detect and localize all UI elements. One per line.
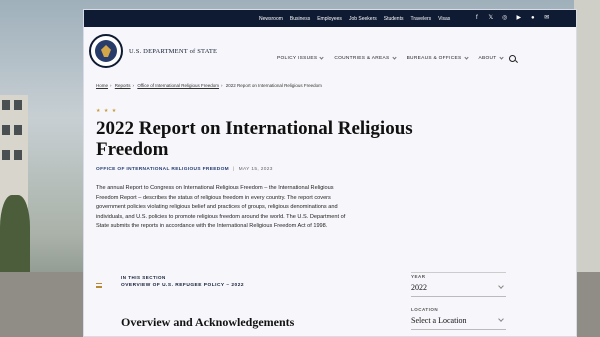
utility-bar: Newsroom Business Employees Job Seekers … [84, 10, 576, 27]
publish-date: MAY 15, 2023 [238, 167, 273, 172]
site-brand[interactable]: U.S. DEPARTMENT of STATE [129, 48, 217, 55]
section-current: OVERVIEW OF U.S. REFUGEE POLICY – 2022 [121, 283, 245, 288]
breadcrumb-reports[interactable]: Reports [115, 83, 131, 88]
facebook-icon[interactable]: f [473, 15, 480, 22]
topbar-link-students[interactable]: Students [384, 16, 404, 22]
chevron-down-icon [498, 316, 504, 322]
state-department-seal-logo[interactable] [89, 34, 123, 68]
instagram-icon[interactable]: ◎ [501, 15, 508, 22]
background-tree [0, 195, 30, 275]
topbar-link-travelers[interactable]: Travelers [410, 16, 431, 22]
background-window [2, 125, 10, 135]
chevron-down-icon [319, 55, 324, 60]
chevron-down-icon [391, 55, 397, 60]
location-select[interactable]: Select a Location [411, 316, 506, 330]
browser-page: Newsroom Business Employees Job Seekers … [83, 9, 577, 337]
breadcrumb-office[interactable]: Office of International Religious Freedo… [137, 83, 219, 88]
location-value: Select a Location [411, 316, 467, 325]
article-meta: OFFICE OF INTERNATIONAL RELIGIOUS FREEDO… [96, 167, 273, 172]
topbar-link-newsroom[interactable]: Newsroom [259, 16, 283, 22]
nav-bureaus-offices[interactable]: BUREAUS & OFFICES [407, 55, 469, 61]
chevron-down-icon [498, 283, 504, 289]
in-this-section[interactable]: IN THIS SECTION OVERVIEW OF U.S. REFUGEE… [96, 275, 244, 288]
site-header: U.S. DEPARTMENT of STATE POLICY ISSUES C… [84, 27, 576, 75]
nav-countries-areas[interactable]: COUNTRIES & AREAS [334, 55, 397, 61]
chevron-down-icon [463, 55, 469, 60]
section-heading: Overview and Acknowledgements [121, 315, 295, 329]
search-icon[interactable] [509, 55, 516, 62]
stars-decoration: ★ ★ ★ [96, 108, 118, 114]
breadcrumb-home[interactable]: Home [96, 83, 108, 88]
intro-paragraph: The annual Report to Congress on Interna… [96, 185, 346, 229]
page-title: 2022 Report on International Religious F… [96, 118, 413, 160]
social-links: f 𝕏 ◎ ▶ ● ✉ [473, 15, 557, 22]
year-select[interactable]: 2022 [411, 283, 506, 297]
menu-icon[interactable] [96, 283, 102, 288]
location-filter: LOCATION Select a Location [411, 307, 506, 330]
background-window [14, 125, 22, 135]
email-icon[interactable]: ✉ [543, 15, 550, 22]
filter-divider [411, 272, 506, 273]
breadcrumb-current: 2022 Report on International Religious F… [225, 83, 322, 88]
youtube-icon[interactable]: ▶ [515, 15, 522, 22]
year-filter: YEAR 2022 [411, 274, 506, 297]
main-nav: POLICY ISSUES COUNTRIES & AREAS BUREAUS … [277, 55, 514, 61]
location-label: LOCATION [411, 307, 439, 312]
topbar-link-job-seekers[interactable]: Job Seekers [349, 16, 377, 22]
chevron-down-icon [498, 55, 504, 60]
topbar-link-business[interactable]: Business [290, 16, 310, 22]
year-value: 2022 [411, 283, 427, 292]
background-window [2, 100, 10, 110]
twitter-icon[interactable]: 𝕏 [487, 15, 494, 22]
year-label: YEAR [411, 274, 426, 279]
background-window [14, 150, 22, 160]
topbar-link-employees[interactable]: Employees [317, 16, 342, 22]
breadcrumb: Home › Reports › Office of International R… [96, 83, 322, 88]
flickr-icon[interactable]: ● [529, 15, 536, 22]
office-link[interactable]: OFFICE OF INTERNATIONAL RELIGIOUS FREEDO… [96, 167, 229, 172]
background-window [2, 150, 10, 160]
topbar-link-visas[interactable]: Visas [438, 16, 450, 22]
background-window [14, 100, 22, 110]
nav-policy-issues[interactable]: POLICY ISSUES [277, 55, 324, 61]
section-label: IN THIS SECTION [121, 275, 166, 280]
nav-about[interactable]: ABOUT [479, 55, 504, 61]
